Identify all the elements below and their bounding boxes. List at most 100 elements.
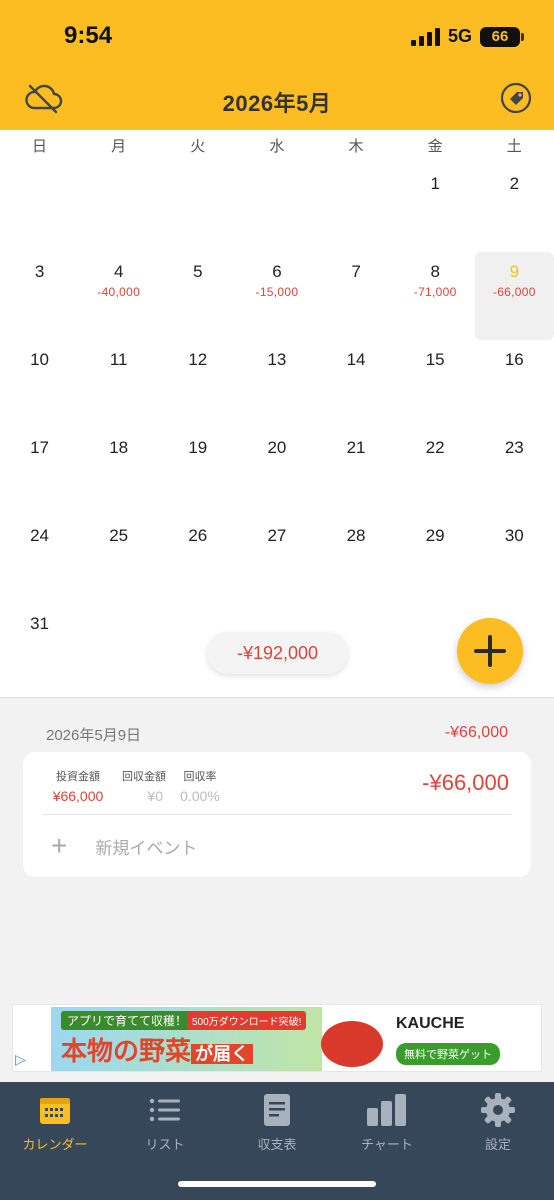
tab-chart[interactable]: チャート <box>332 1092 442 1154</box>
calendar-day-cell[interactable]: 16 <box>475 340 554 428</box>
ad-creative[interactable]: アプリで育てて収穫！ 500万ダウンロード突破! 本物の野菜 が届く KAUCHE… <box>51 1007 503 1071</box>
calendar-day-cell[interactable]: 6 -15,000 <box>237 252 316 340</box>
event-amount: -¥66,000 <box>422 770 509 795</box>
tab-label: チャート <box>361 1137 413 1152</box>
calendar-day-cell[interactable]: 23 <box>475 428 554 516</box>
calendar-day-cell[interactable]: 8 -71,000 <box>396 252 475 340</box>
calendar-day-cell[interactable]: 4 -40,000 <box>79 252 158 340</box>
calendar-day-cell[interactable]: 27 <box>237 516 316 604</box>
day-number: 3 <box>34 262 45 281</box>
ad-badge: 500万ダウンロード突破! <box>187 1011 307 1030</box>
ad-banner[interactable]: ▷ アプリで育てて収穫！ 500万ダウンロード突破! 本物の野菜 が届く KAUC… <box>12 1004 542 1072</box>
home-indicator <box>178 1181 376 1187</box>
section-divider <box>0 697 554 698</box>
day-number: 6 <box>272 262 282 281</box>
calendar-day-cell[interactable]: 7 <box>317 252 396 340</box>
calendar-day-cell[interactable]: 12 <box>158 340 237 428</box>
calendar-day-cell[interactable]: 15 <box>396 340 475 428</box>
calendar-day-cell[interactable]: 19 <box>158 428 237 516</box>
calendar-day-cell[interactable]: 11 <box>79 340 158 428</box>
weekday-header: 日 月 火 水 木 金 土 <box>0 130 554 164</box>
day-number: 28 <box>346 526 366 545</box>
calendar-day-cell[interactable]: 9 -66,000 <box>474 252 554 340</box>
day-number: 31 <box>30 614 50 633</box>
app-header: 9:54 5G 66 2026年5月 <box>0 0 554 130</box>
document-icon <box>264 1094 290 1126</box>
rate-stat: 回収率 0.00% <box>175 768 225 804</box>
day-number: 22 <box>425 438 445 457</box>
tab-label: カレンダー <box>22 1137 88 1152</box>
calendar-day-cell[interactable]: 1 <box>396 164 475 252</box>
day-number: 5 <box>193 262 203 281</box>
day-number: 24 <box>30 526 50 545</box>
bar-chart-icon <box>367 1094 406 1126</box>
day-number: 27 <box>267 526 287 545</box>
calendar-day-cell[interactable]: 21 <box>317 428 396 516</box>
calendar-day-cell[interactable]: 22 <box>396 428 475 516</box>
calendar-day-cell[interactable]: 31 <box>0 604 79 692</box>
event-card[interactable]: 投資金額 ¥66,000 回収金額 ¥0 回収率 0.00% -¥66,000 … <box>23 752 531 877</box>
card-divider <box>43 814 511 815</box>
weekday-label: 金 <box>427 138 443 155</box>
calendar-day-cell[interactable]: 29 <box>396 516 475 604</box>
weekday-label: 月 <box>111 138 127 155</box>
weekday-label: 日 <box>32 138 48 155</box>
day-number: 2 <box>509 174 520 193</box>
day-number: 12 <box>188 350 208 369</box>
invest-stat: 投資金額 ¥66,000 <box>45 768 111 804</box>
network-label: 5G <box>447 26 472 46</box>
tab-list[interactable]: リスト <box>110 1092 220 1154</box>
calendar-day-cell[interactable]: 14 <box>317 340 396 428</box>
day-number: 7 <box>351 262 361 281</box>
day-number: 21 <box>346 438 366 457</box>
add-event-button[interactable] <box>457 618 523 684</box>
signal-icon <box>410 27 440 46</box>
calendar-day-cell[interactable]: 26 <box>158 516 237 604</box>
day-number: 13 <box>267 350 287 369</box>
new-event-button[interactable]: + 新規イベント <box>51 832 197 860</box>
invest-value: ¥66,000 <box>52 788 104 804</box>
selected-date: 2026年5月9日 <box>46 727 142 744</box>
weekday-label: 木 <box>348 138 364 155</box>
calendar-day-cell[interactable]: 20 <box>237 428 316 516</box>
tab-settings[interactable]: 設定 <box>443 1092 553 1154</box>
day-number: 10 <box>30 350 50 369</box>
calendar-month-view: 日 月 火 水 木 金 土 1 2 3 4 -40,000 5 6 -15,000 7 8 -71,… <box>0 130 554 697</box>
calendar-day-cell[interactable]: 3 <box>0 252 79 340</box>
tab-calendar[interactable]: カレンダー <box>0 1092 110 1154</box>
calendar-empty-cell <box>237 164 316 252</box>
calendar-day-cell[interactable]: 30 <box>475 516 554 604</box>
recover-value: ¥0 <box>147 788 163 804</box>
selected-day-total: -¥66,000 <box>444 724 508 741</box>
day-number: 8 <box>430 262 440 281</box>
tab-label: リスト <box>145 1137 185 1152</box>
calendar-day-cell[interactable]: 17 <box>0 428 79 516</box>
day-number: 30 <box>504 526 524 545</box>
calendar-day-cell[interactable]: 5 <box>158 252 237 340</box>
page-title: 2026年5月 <box>222 91 332 116</box>
calendar-day-cell[interactable]: 2 <box>475 164 554 252</box>
calendar-day-cell[interactable]: 18 <box>79 428 158 516</box>
battery-icon: 66 <box>480 26 524 47</box>
status-indicators: 5G 66 <box>410 26 524 47</box>
day-amount: -71,000 <box>413 285 457 299</box>
ad-choices-icon[interactable]: ▷ <box>15 1051 37 1069</box>
day-number: 11 <box>109 350 128 369</box>
weekday-label: 土 <box>506 138 522 155</box>
tag-button[interactable] <box>500 82 532 114</box>
calendar-day-cell[interactable]: 24 <box>0 516 79 604</box>
calendar-day-cell[interactable]: 25 <box>79 516 158 604</box>
calendar-day-cell[interactable]: 28 <box>317 516 396 604</box>
calendar-day-cell[interactable]: 10 <box>0 340 79 428</box>
calendar-day-cell[interactable]: 13 <box>237 340 316 428</box>
calendar-empty-cell <box>317 164 396 252</box>
ad-cta-button[interactable]: 無料で野菜ゲット <box>396 1043 500 1065</box>
ad-main-suffix: が届く <box>191 1044 254 1064</box>
day-number: 14 <box>346 350 366 369</box>
gear-icon <box>481 1093 515 1127</box>
calendar-empty-cell <box>158 164 237 252</box>
tab-balance-sheet[interactable]: 収支表 <box>222 1092 332 1154</box>
day-number: 15 <box>425 350 445 369</box>
calendar-icon <box>40 1098 70 1124</box>
calendar-empty-cell <box>79 164 158 252</box>
